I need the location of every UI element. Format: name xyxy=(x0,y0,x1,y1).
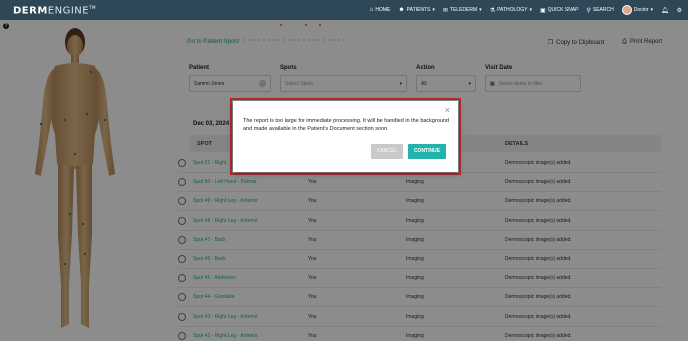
nav-search[interactable]: ⚲ SEARCH xyxy=(586,7,613,14)
nav-quick-snap[interactable]: ▣ QUICK SNAP xyxy=(540,7,579,14)
patients-icon: ☻ xyxy=(398,7,405,13)
chevron-down-icon: ▾ xyxy=(529,7,532,13)
nav-menu: ⌂ HOME ☻ PATIENTS ▾ ✉ TELEDERM ▾ ⚗ PATHOLOGY ▾ … xyxy=(370,0,682,20)
cancel-button[interactable]: CANCEL xyxy=(371,144,403,159)
logo-bold: DERM xyxy=(13,5,48,17)
nav-patients[interactable]: ☻ PATIENTS ▾ xyxy=(398,7,435,13)
user-menu[interactable]: Doctor ▾ xyxy=(621,5,653,15)
nav-pathology-label: PATHOLOGY xyxy=(497,7,528,13)
app-logo[interactable]: DERMENGINETM xyxy=(13,5,96,16)
modal-backdrop[interactable] xyxy=(0,20,688,341)
nav-search-label: SEARCH xyxy=(592,7,614,13)
nav-home[interactable]: ⌂ HOME xyxy=(370,7,391,13)
nav-patients-label: PATIENTS xyxy=(406,7,431,13)
quick-snap-icon: ▣ xyxy=(539,7,546,14)
telederm-icon: ✉ xyxy=(442,7,448,14)
nav-pathology[interactable]: ⚗ PATHOLOGY ▾ xyxy=(490,7,532,14)
report-size-dialog: × The report is too large for immediate … xyxy=(233,101,458,172)
gear-icon: ⚙ xyxy=(676,7,682,14)
pathology-icon: ⚗ xyxy=(489,7,496,14)
chevron-down-icon: ▾ xyxy=(650,7,653,13)
nav-home-label: HOME xyxy=(375,7,391,13)
logo-tm: TM xyxy=(89,5,96,10)
continue-button[interactable]: CONTINUE xyxy=(408,144,446,159)
close-icon[interactable]: × xyxy=(445,106,450,115)
logo-light: ENGINE xyxy=(47,5,90,17)
avatar xyxy=(621,5,632,15)
bell-icon: 🔔︎ xyxy=(660,7,669,14)
user-label: Doctor xyxy=(633,7,649,13)
top-navbar: DERMENGINETM ⌂ HOME ☻ PATIENTS ▾ ✉ TELEDERM ▾… xyxy=(0,0,688,20)
home-icon: ⌂ xyxy=(369,7,374,13)
notifications-button[interactable]: 🔔︎ xyxy=(661,7,669,14)
nav-telederm-label: TELEDERM xyxy=(449,7,478,13)
chevron-down-icon: ▾ xyxy=(479,7,482,13)
nav-quick-snap-label: QUICK SNAP xyxy=(547,7,579,13)
search-icon: ⚲ xyxy=(586,7,591,14)
settings-button[interactable]: ⚙ xyxy=(677,7,682,14)
dialog-message: The report is too large for immediate pr… xyxy=(243,118,450,132)
chevron-down-icon: ▾ xyxy=(432,7,435,13)
nav-telederm[interactable]: ✉ TELEDERM ▾ xyxy=(443,7,482,14)
